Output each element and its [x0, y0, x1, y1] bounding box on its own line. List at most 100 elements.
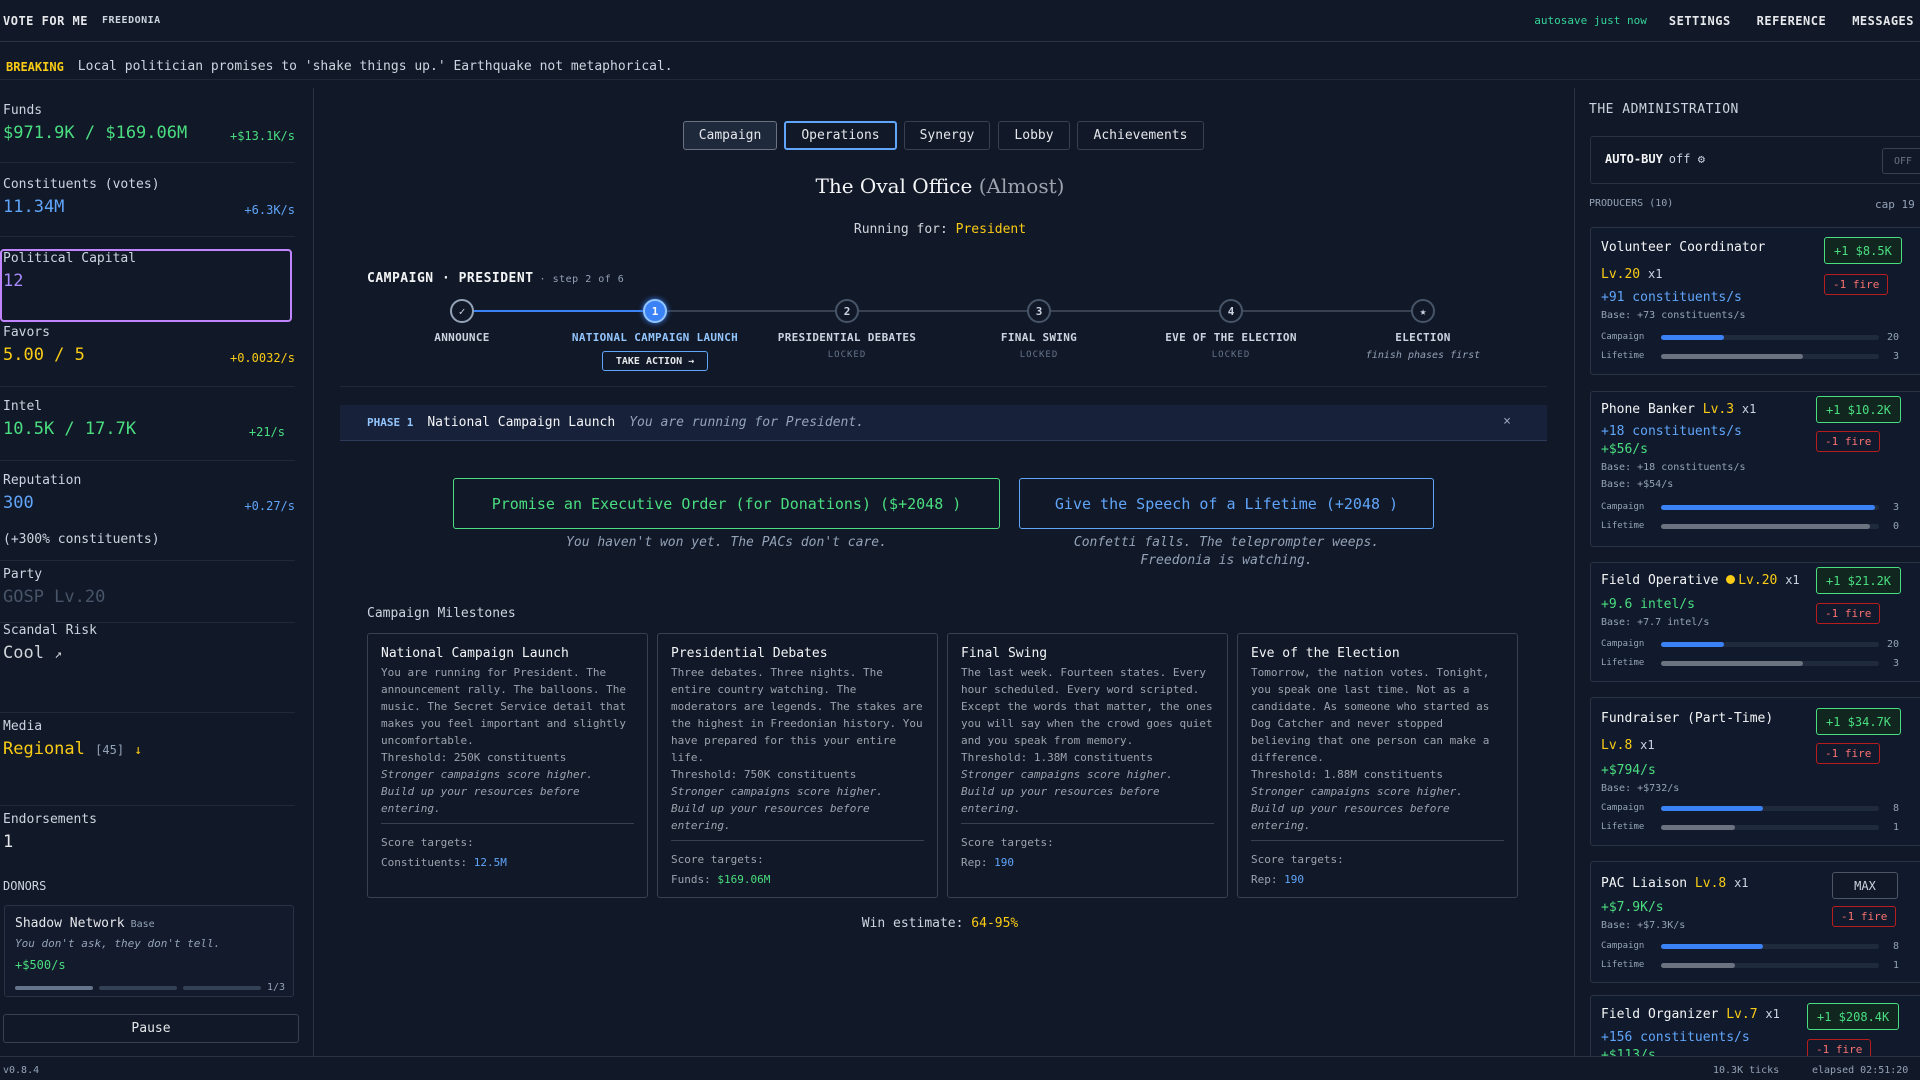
fire-producer-button[interactable]: -1 fire — [1816, 431, 1881, 452]
buy-producer-max-button[interactable]: MAX — [1832, 872, 1898, 899]
producer-output: +$794/s — [1601, 763, 1656, 778]
administration-panel: THE ADMINISTRATION AUTO-BUY off ⚙ OFF PRO… — [1574, 88, 1920, 1056]
target-label: Rep: — [961, 856, 988, 869]
office-title: The Oval Office (Almost) — [680, 174, 1200, 198]
phase-status: LOCKED — [827, 350, 867, 360]
take-action-button[interactable]: TAKE ACTION → — [602, 351, 708, 371]
auto-buy-label: AUTO-BUY — [1605, 152, 1663, 166]
stat-party: Party GOSP Lv.20 — [0, 567, 295, 623]
buy-producer-button[interactable]: +1 $21.2K — [1816, 567, 1902, 594]
campaign-count: 8 — [1892, 803, 1899, 814]
score-target: Rep: 190 — [1251, 871, 1504, 888]
stat-value: Regional — [3, 739, 85, 759]
divider — [671, 840, 924, 841]
nav-messages[interactable]: MESSAGES — [1852, 14, 1914, 28]
buy-producer-button[interactable]: +1 $10.2K — [1816, 396, 1902, 423]
phase-node-debates: 2 — [835, 299, 859, 323]
producer-base: Base: +73 constituents/s — [1601, 310, 1746, 321]
campaign-progress-fill — [1661, 335, 1725, 340]
stat-intel: Intel 10.5K / 17.7K +21/s — [0, 399, 295, 461]
milestone-threshold: Threshold: 750K constituents — [671, 768, 857, 781]
phase-node-eve: 4 — [1219, 299, 1243, 323]
lifetime-count: 3 — [1892, 351, 1899, 362]
tab-operations[interactable]: Operations — [784, 121, 897, 150]
app-title: VOTE FOR ME — [3, 13, 88, 28]
pause-button[interactable]: Pause — [3, 1014, 299, 1043]
track-progress-line — [462, 310, 655, 312]
donor-name-wrap: Shadow Network Base — [15, 916, 155, 931]
administration-heading: THE ADMINISTRATION — [1589, 102, 1739, 117]
phase-node-election: ★ — [1411, 299, 1435, 323]
divider — [381, 823, 634, 824]
fire-producer-button[interactable]: -1 fire — [1816, 743, 1881, 764]
fire-producer-button[interactable]: -1 fire — [1824, 274, 1889, 295]
producer-name-wrap: Phone Banker Lv.3 x1 — [1601, 396, 1811, 423]
score-targets-label: Score targets: — [961, 836, 1054, 849]
stat-value: 11.34M — [3, 197, 65, 217]
milestone-title: National Campaign Launch — [381, 646, 569, 661]
nav-settings[interactable]: SETTINGS — [1669, 14, 1731, 28]
donor-card[interactable]: Shadow Network Base You don't ask, they d… — [4, 905, 294, 997]
producer-output: +91 constituents/s — [1601, 290, 1742, 305]
auto-buy-off-button[interactable]: OFF — [1882, 148, 1920, 174]
tab-campaign[interactable]: Campaign — [683, 121, 777, 150]
stat-label: Favors — [3, 325, 50, 340]
tab-synergy[interactable]: Synergy — [904, 121, 990, 150]
phase-label: ELECTION — [1395, 331, 1451, 344]
phase-label: FINAL SWING — [1000, 331, 1078, 344]
lifetime-progress-fill — [1661, 661, 1803, 666]
producer-level: Lv.20 — [1601, 267, 1641, 282]
phase-description: You are running for President. — [629, 415, 865, 430]
bar-label: Lifetime — [1601, 822, 1645, 832]
win-value: 64-95% — [971, 916, 1019, 931]
producer-name: Phone Banker — [1601, 402, 1695, 417]
stat-favors: Favors 5.00 / 5 +0.0032/s — [0, 325, 295, 387]
close-icon[interactable]: × — [1503, 414, 1511, 429]
donors-heading: DONORS — [3, 879, 47, 893]
tab-achievements[interactable]: Achievements — [1077, 121, 1204, 150]
lifetime-count: 1 — [1892, 822, 1899, 833]
gear-icon[interactable]: ⚙ — [1698, 152, 1705, 166]
status-dot-icon — [1726, 575, 1736, 584]
milestone-description: Three debates. Three nights. The entire … — [671, 666, 923, 764]
tab-lobby[interactable]: Lobby — [998, 121, 1070, 150]
producer-base: Base: +$54/s — [1601, 479, 1674, 490]
buy-producer-button[interactable]: +1 $8.5K — [1824, 237, 1902, 264]
producers-heading: PRODUCERS (10) — [1589, 198, 1674, 209]
phase-title: National Campaign Launch — [427, 415, 616, 430]
score-targets-label: Score targets: — [1251, 853, 1344, 866]
buy-producer-button[interactable]: +1 $34.7K — [1816, 708, 1902, 735]
target-value: $169.06M — [717, 873, 771, 886]
win-estimate: Win estimate: 64-95% — [680, 916, 1200, 931]
campaign-progress-bar — [1661, 335, 1879, 340]
producer-level: Lv.8 — [1601, 738, 1633, 753]
speech-button[interactable]: Give the Speech of a Lifetime (+2048 ) — [1019, 478, 1434, 529]
producer-name-wrap: Field Operative Lv.20 x1 — [1601, 567, 1821, 594]
executive-order-button[interactable]: Promise an Executive Order (for Donation… — [453, 478, 1000, 529]
lifetime-count: 1 — [1892, 960, 1899, 971]
stat-political-capital: Political Capital 12 — [0, 251, 295, 325]
producer-level: Lv.7 — [1726, 1007, 1758, 1022]
nav-reference[interactable]: REFERENCE — [1757, 14, 1827, 28]
milestone-title: Final Swing — [961, 646, 1048, 661]
milestone-hint: Build up your resources before entering. — [1251, 802, 1450, 832]
stat-label: Media — [3, 719, 43, 734]
campaign-step: · step 2 of 6 — [539, 274, 625, 285]
fire-producer-button[interactable]: -1 fire — [1832, 906, 1897, 927]
phase-node-launch[interactable]: 1 — [643, 299, 667, 323]
auto-buy-label-wrap: AUTO-BUY off ⚙ — [1605, 152, 1705, 166]
lifetime-count: 0 — [1892, 521, 1899, 532]
phase-tag: PHASE 1 — [367, 416, 414, 429]
producer-base: Base: +$732/s — [1601, 783, 1680, 794]
fire-producer-button[interactable]: -1 fire — [1816, 603, 1881, 624]
lifetime-progress-bar — [1661, 825, 1879, 830]
score-target: Rep: 190 — [961, 854, 1214, 871]
arrow-down-icon: ↓ — [134, 743, 143, 758]
buy-producer-button[interactable]: +1 $208.4K — [1807, 1003, 1900, 1030]
stat-endorsements: Endorsements 1 — [0, 812, 295, 874]
producer-card: Field Organizer Lv.7 x1 +156 constituent… — [1590, 995, 1920, 1056]
phase-node-announce[interactable]: ✓ — [450, 299, 474, 323]
donor-count: 1/3 — [266, 982, 285, 993]
fire-producer-button[interactable]: -1 fire — [1807, 1039, 1872, 1056]
milestone-hint: Stronger campaigns score higher. — [1251, 785, 1463, 798]
